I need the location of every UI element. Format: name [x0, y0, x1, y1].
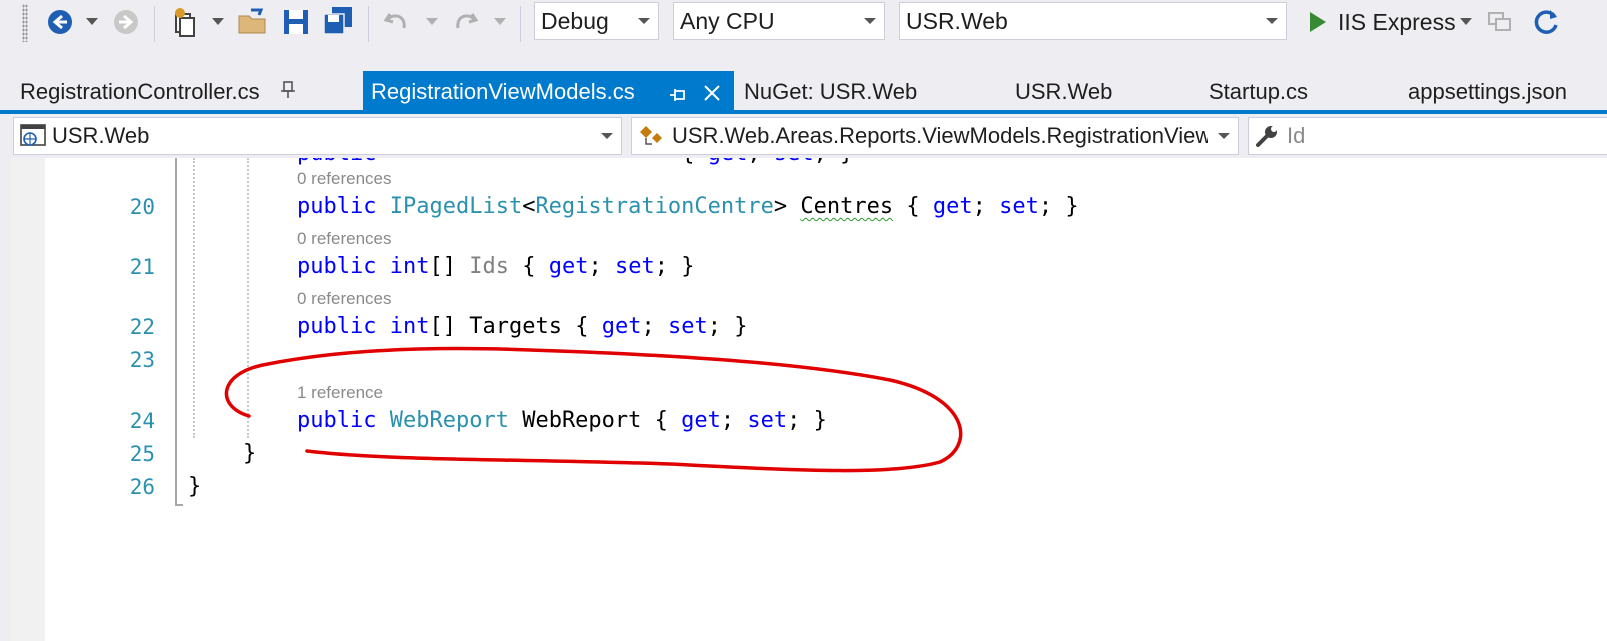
- tab-usr-web[interactable]: USR.Web: [1015, 71, 1112, 112]
- new-project-icon[interactable]: [168, 4, 202, 40]
- back-icon[interactable]: [44, 6, 76, 38]
- annotation-circle: [224, 346, 963, 473]
- startup-project-select[interactable]: USR.Web: [899, 2, 1287, 40]
- solution-platform-value: Any CPU: [680, 7, 775, 34]
- browser-link-icon[interactable]: [1484, 6, 1516, 38]
- refresh-icon[interactable]: [1528, 4, 1564, 40]
- undo-icon[interactable]: [380, 6, 412, 38]
- start-icon[interactable]: [1303, 6, 1333, 38]
- chevron-down-icon: [638, 18, 650, 24]
- tab-label: appsettings.json: [1408, 78, 1567, 104]
- member-nav-select[interactable]: Id: [1248, 117, 1607, 155]
- chevron-down-icon: [1208, 118, 1238, 154]
- chevron-down-icon: [601, 133, 613, 139]
- run-target-label[interactable]: IIS Express: [1338, 2, 1456, 42]
- close-icon[interactable]: [703, 82, 721, 108]
- pin-icon[interactable]: [669, 83, 687, 109]
- document-tab-well: RegistrationController.cs RegistrationVi…: [0, 71, 1607, 112]
- tab-startup[interactable]: Startup.cs: [1209, 71, 1308, 112]
- save-icon[interactable]: [280, 6, 312, 38]
- tab-label: Startup.cs: [1209, 78, 1309, 104]
- tab-appsettings[interactable]: appsettings.json: [1408, 71, 1607, 112]
- undo-dropdown-chevron-icon[interactable]: [424, 14, 440, 30]
- run-dropdown-chevron-icon[interactable]: [1458, 14, 1474, 30]
- navigation-bar: USR.Web USR.Web.Areas.Reports.ViewModels…: [0, 114, 1607, 158]
- tab-nuget-usr-web[interactable]: NuGet: USR.Web: [744, 71, 917, 112]
- pin-icon[interactable]: [280, 79, 296, 105]
- type-nav-value: USR.Web.Areas.Reports.ViewModels.Registr…: [672, 123, 1212, 148]
- chevron-down-icon: [1266, 18, 1278, 24]
- tab-label: RegistrationViewModels.cs: [371, 78, 635, 104]
- solution-configuration-value: Debug: [541, 7, 609, 34]
- startup-project-value: USR.Web: [906, 7, 1008, 34]
- tab-label: USR.Web: [1015, 78, 1113, 104]
- save-all-icon[interactable]: [320, 4, 356, 38]
- web-project-icon: [20, 124, 46, 148]
- redo-dropdown-chevron-icon[interactable]: [492, 14, 508, 30]
- member-nav-value: Id: [1287, 123, 1306, 148]
- wrench-icon: [1255, 124, 1279, 148]
- redo-icon[interactable]: [450, 6, 482, 38]
- class-icon: [638, 124, 666, 148]
- back-dropdown-chevron-icon[interactable]: [84, 14, 100, 30]
- forward-icon[interactable]: [110, 6, 142, 38]
- chevron-down-icon: [864, 18, 876, 24]
- code-editor[interactable]: public { get; set; } 0 references 20 pub…: [10, 158, 1607, 641]
- project-nav-select[interactable]: USR.Web: [13, 117, 622, 155]
- standard-toolbar: Debug Any CPU USR.Web IIS Express: [0, 0, 1607, 50]
- tab-label: NuGet: USR.Web: [744, 78, 918, 104]
- tab-registration-view-models[interactable]: RegistrationViewModels.cs: [363, 71, 734, 112]
- tab-label: RegistrationController.cs: [20, 78, 260, 104]
- toolbar-grip[interactable]: [22, 4, 28, 42]
- type-nav-select[interactable]: USR.Web.Areas.Reports.ViewModels.Registr…: [631, 117, 1239, 155]
- new-dropdown-chevron-icon[interactable]: [210, 14, 226, 30]
- solution-configuration-select[interactable]: Debug: [534, 2, 659, 40]
- open-folder-icon[interactable]: [236, 6, 270, 38]
- project-nav-value: USR.Web: [52, 123, 150, 148]
- solution-platform-select[interactable]: Any CPU: [673, 2, 885, 40]
- tab-registration-controller[interactable]: RegistrationController.cs: [20, 71, 296, 112]
